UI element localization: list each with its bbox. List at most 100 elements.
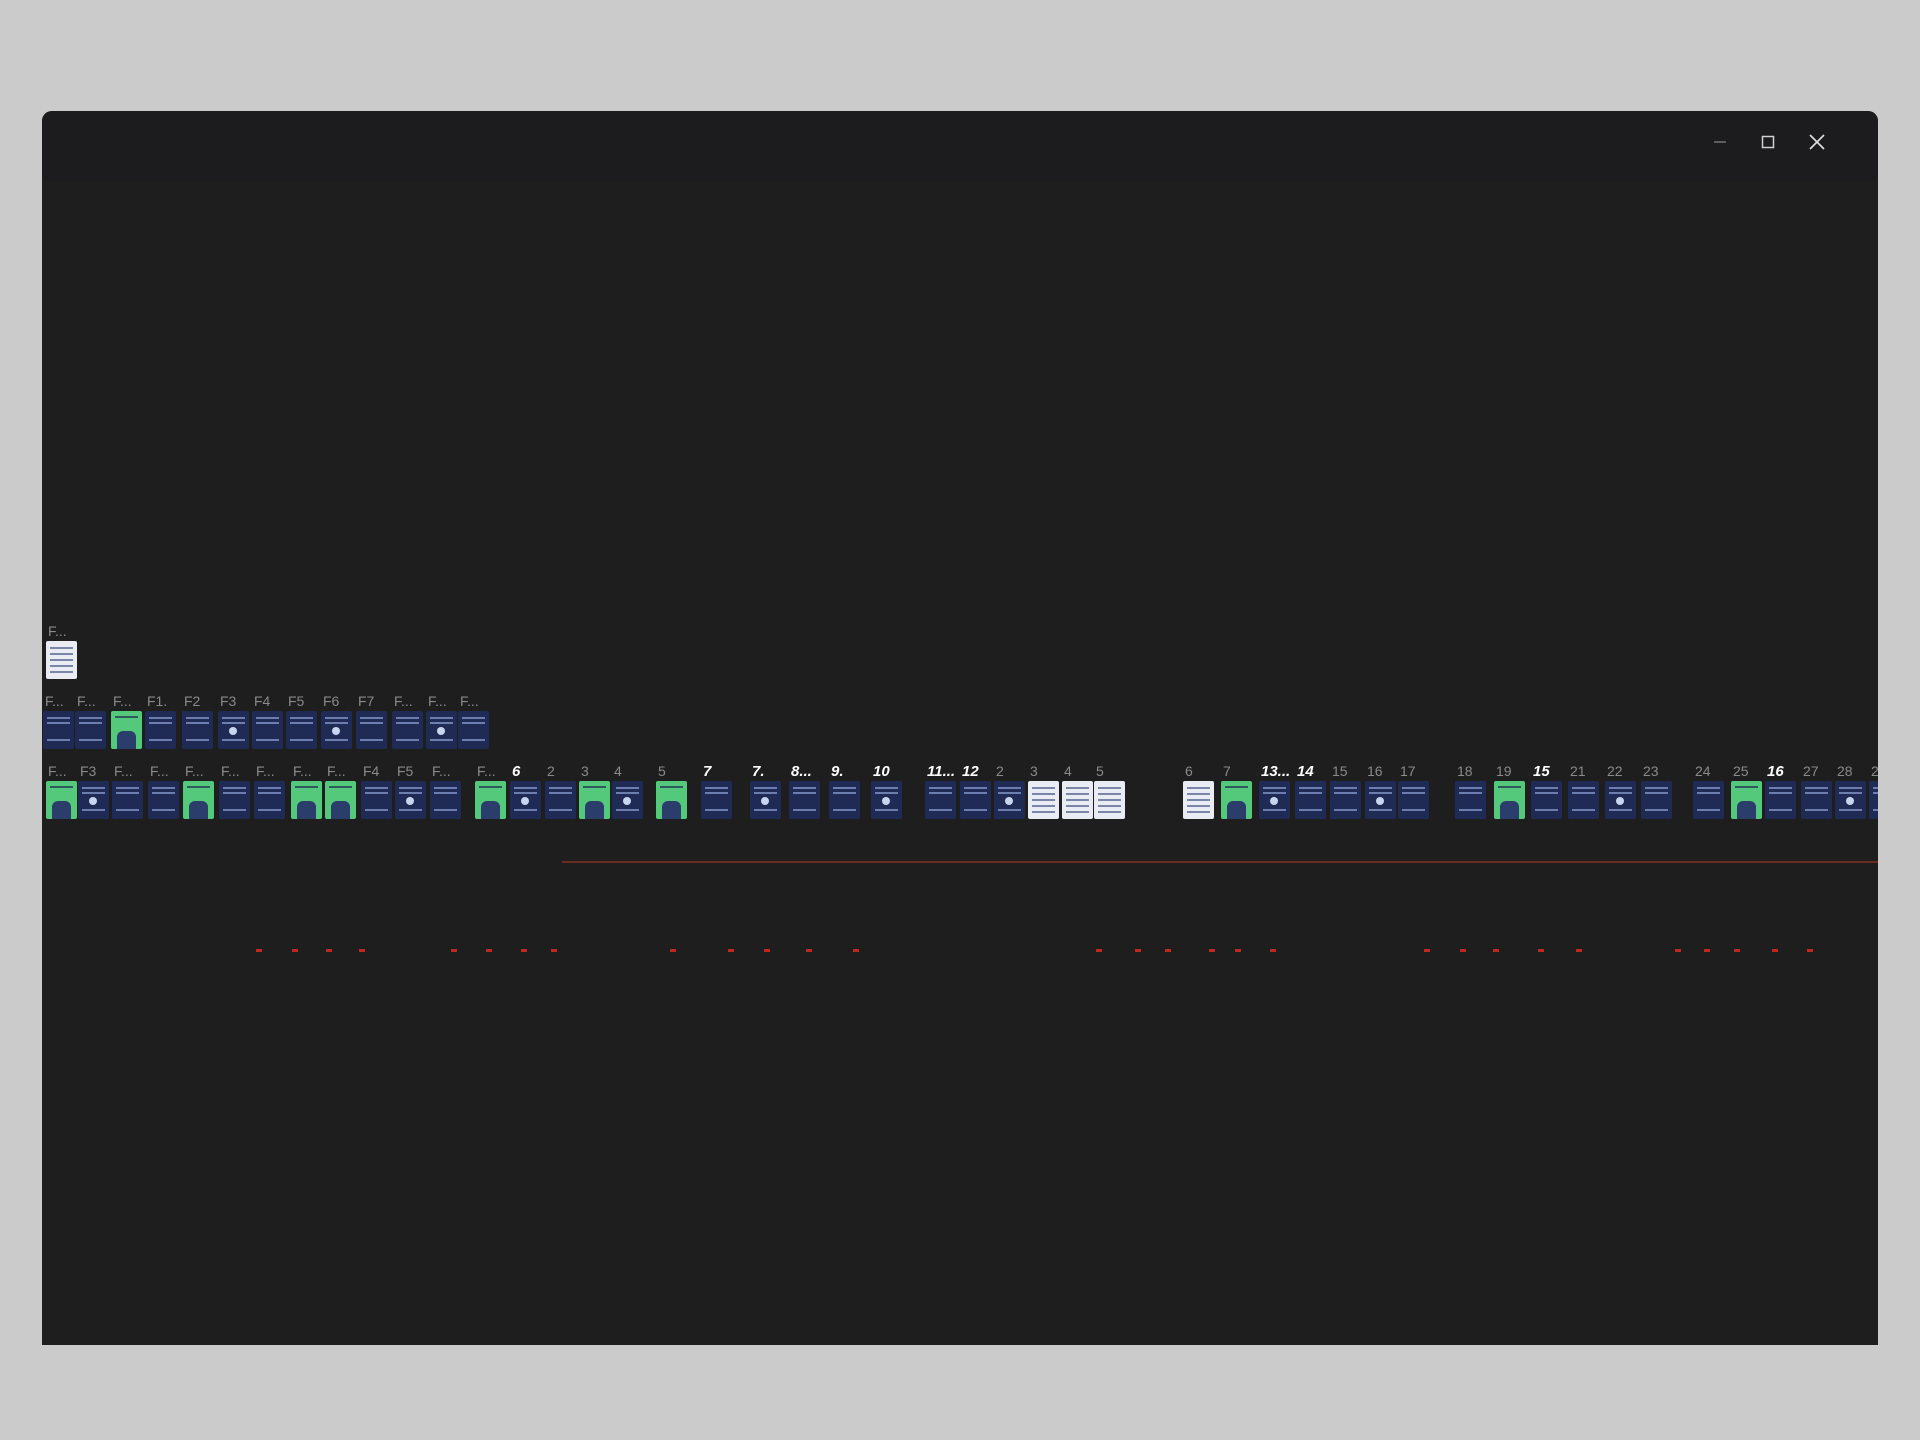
frame-thumbnail[interactable]	[182, 711, 213, 749]
close-icon[interactable]	[1797, 127, 1837, 157]
frame-thumbnail[interactable]	[656, 781, 687, 819]
frame-thumbnail[interactable]	[1765, 781, 1796, 819]
frame-label[interactable]: F...	[327, 763, 346, 779]
comment-marker[interactable]	[1270, 949, 1276, 952]
frame-thumbnail[interactable]	[789, 781, 820, 819]
frame-label[interactable]: F...	[48, 623, 67, 639]
frame-label[interactable]: 14	[1297, 763, 1314, 780]
frame-thumbnail[interactable]	[75, 711, 106, 749]
frame-label[interactable]: 15	[1533, 763, 1550, 780]
frame-label[interactable]: 2	[547, 763, 555, 779]
frame-thumbnail[interactable]	[43, 711, 74, 749]
frame-thumbnail[interactable]	[1605, 781, 1636, 819]
frame-label[interactable]: F...	[45, 693, 64, 709]
frame-label[interactable]: 3	[1030, 763, 1038, 779]
comment-marker[interactable]	[1538, 949, 1544, 952]
frame-thumbnail[interactable]	[46, 781, 77, 819]
comment-marker[interactable]	[1165, 949, 1171, 952]
frame-label[interactable]: 6	[512, 763, 520, 780]
frame-thumbnail[interactable]	[112, 781, 143, 819]
frame-thumbnail[interactable]	[426, 711, 457, 749]
comment-marker[interactable]	[1772, 949, 1778, 952]
frame-label[interactable]: 7.	[752, 763, 765, 780]
frame-thumbnail[interactable]	[218, 711, 249, 749]
frame-thumbnail[interactable]	[78, 781, 109, 819]
frame-thumbnail[interactable]	[1455, 781, 1486, 819]
comment-marker[interactable]	[521, 949, 527, 952]
frame-label[interactable]: F...	[432, 763, 451, 779]
frame-label[interactable]: 17	[1400, 763, 1416, 779]
frame-label[interactable]: 25	[1733, 763, 1749, 779]
comment-marker[interactable]	[728, 949, 734, 952]
comment-marker[interactable]	[292, 949, 298, 952]
frame-thumbnail[interactable]	[475, 781, 506, 819]
frame-label[interactable]: F4	[363, 763, 379, 779]
frame-thumbnail[interactable]	[925, 781, 956, 819]
frame-thumbnail[interactable]	[1183, 781, 1214, 819]
comment-marker[interactable]	[1135, 949, 1141, 952]
frame-label[interactable]: 5	[658, 763, 666, 779]
comment-marker[interactable]	[359, 949, 365, 952]
frame-label[interactable]: 23	[1643, 763, 1659, 779]
frame-thumbnail[interactable]	[1641, 781, 1672, 819]
frame-label[interactable]: 4	[614, 763, 622, 779]
frame-thumbnail[interactable]	[183, 781, 214, 819]
comment-marker[interactable]	[1493, 949, 1499, 952]
frame-label[interactable]: 18	[1457, 763, 1473, 779]
frame-label[interactable]: 8...	[791, 763, 812, 780]
comment-marker[interactable]	[486, 949, 492, 952]
frame-label[interactable]: F...	[394, 693, 413, 709]
comment-marker[interactable]	[764, 949, 770, 952]
frame-thumbnail[interactable]	[1398, 781, 1429, 819]
frame-label[interactable]: 16	[1767, 763, 1784, 780]
frame-label[interactable]: F5	[397, 763, 413, 779]
frame-thumbnail[interactable]	[545, 781, 576, 819]
frame-label[interactable]: F...	[77, 693, 96, 709]
frame-thumbnail[interactable]	[392, 711, 423, 749]
comment-marker[interactable]	[670, 949, 676, 952]
frame-thumbnail[interactable]	[510, 781, 541, 819]
frame-label[interactable]: F...	[150, 763, 169, 779]
frame-label[interactable]: 2	[996, 763, 1004, 779]
frame-label[interactable]: 22	[1607, 763, 1623, 779]
frame-thumbnail[interactable]	[252, 711, 283, 749]
frame-label[interactable]: 7	[703, 763, 711, 780]
frame-thumbnail[interactable]	[286, 711, 317, 749]
frame-thumbnail[interactable]	[1259, 781, 1290, 819]
comment-marker[interactable]	[1096, 949, 1102, 952]
frame-label[interactable]: 3	[581, 763, 589, 779]
frame-label[interactable]: F...	[48, 763, 67, 779]
frame-thumbnail[interactable]	[430, 781, 461, 819]
frame-thumbnail[interactable]	[458, 711, 489, 749]
comment-marker[interactable]	[326, 949, 332, 952]
frame-label[interactable]: 28	[1837, 763, 1853, 779]
comment-marker[interactable]	[1460, 949, 1466, 952]
frame-label[interactable]: F...	[114, 763, 133, 779]
frame-label[interactable]: 16	[1367, 763, 1383, 779]
frame-label[interactable]: F...	[293, 763, 312, 779]
frame-thumbnail[interactable]	[829, 781, 860, 819]
comment-marker[interactable]	[256, 949, 262, 952]
frame-label[interactable]: 5	[1096, 763, 1104, 779]
frame-label[interactable]: F3	[220, 693, 236, 709]
comment-marker[interactable]	[1807, 949, 1813, 952]
frame-label[interactable]: 15	[1332, 763, 1348, 779]
frame-label[interactable]: F...	[221, 763, 240, 779]
comment-marker[interactable]	[1235, 949, 1241, 952]
frame-thumbnail[interactable]	[750, 781, 781, 819]
comment-marker[interactable]	[853, 949, 859, 952]
frame-thumbnail[interactable]	[1869, 781, 1878, 819]
frame-thumbnail[interactable]	[361, 781, 392, 819]
frame-thumbnail[interactable]	[1221, 781, 1252, 819]
frame-label[interactable]: F2	[184, 693, 200, 709]
frame-thumbnail[interactable]	[701, 781, 732, 819]
frame-label[interactable]: F...	[113, 693, 132, 709]
frame-label[interactable]: 10	[873, 763, 890, 780]
comment-marker[interactable]	[1424, 949, 1430, 952]
maximize-icon[interactable]	[1748, 127, 1788, 157]
title-bar[interactable]	[42, 111, 1878, 181]
frame-label[interactable]: F...	[256, 763, 275, 779]
frame-thumbnail[interactable]	[1062, 781, 1093, 819]
frame-label[interactable]: 19	[1496, 763, 1512, 779]
frame-thumbnail[interactable]	[612, 781, 643, 819]
